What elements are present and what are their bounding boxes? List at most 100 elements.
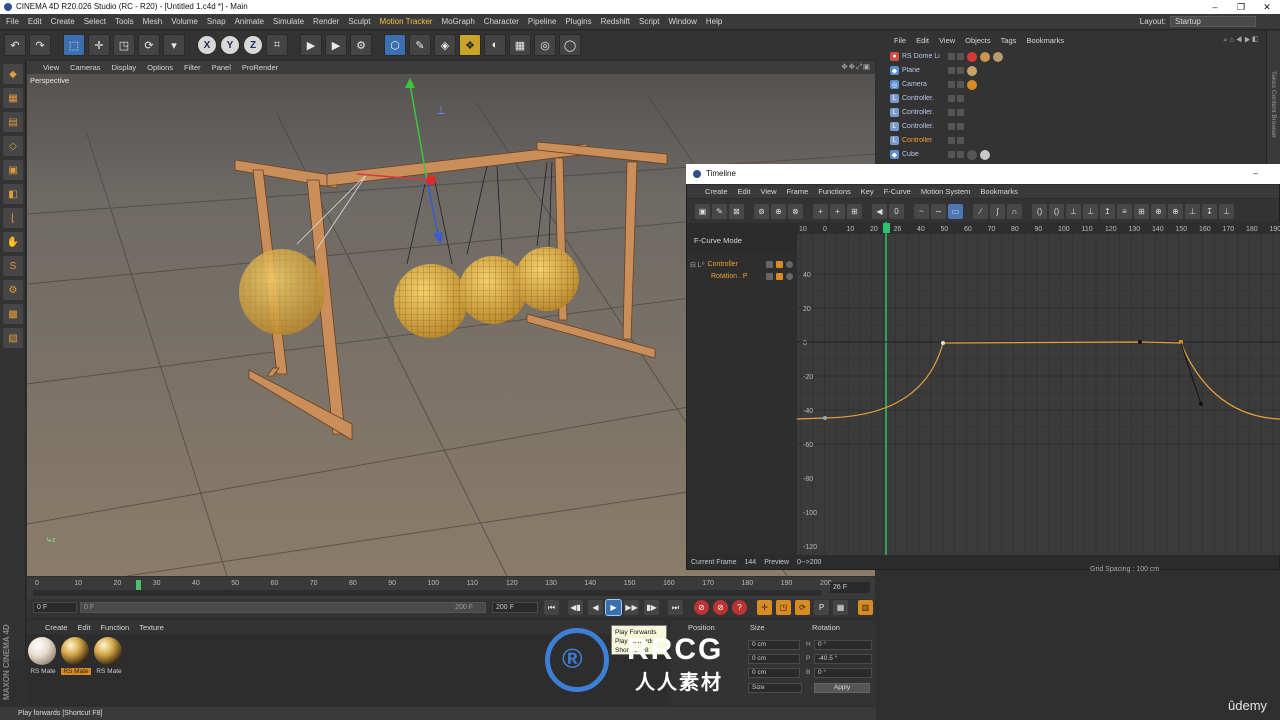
deformer-icon[interactable]: ◐ — [484, 34, 506, 56]
object-name[interactable]: Plane — [902, 67, 944, 74]
object-tag-icon[interactable] — [980, 149, 990, 160]
planar-workplane-icon[interactable]: ▧ — [3, 328, 23, 348]
object-row[interactable]: L Controller. — [890, 92, 1160, 105]
play-forwards-button[interactable]: ▶ — [605, 599, 622, 616]
timeline-tool-icon[interactable]: 0 — [889, 203, 904, 219]
menu-plugins[interactable]: Plugins — [565, 17, 591, 26]
live-select-icon[interactable]: ⬚ — [63, 34, 85, 56]
tl-menu-frame[interactable]: Frame — [787, 187, 809, 196]
viewport-menu-prorender[interactable]: ProRender — [242, 63, 278, 72]
object-tag-icon[interactable] — [967, 79, 977, 90]
workplane-mode-icon[interactable]: ▤ — [3, 112, 23, 132]
scale-icon[interactable]: ◳ — [113, 34, 135, 56]
tl-menu-view[interactable]: View — [760, 187, 776, 196]
timeline-tool-icon[interactable]: ⊞ — [1134, 203, 1149, 219]
mm-menu-texture[interactable]: Texture — [139, 623, 164, 632]
menu-select[interactable]: Select — [84, 17, 106, 26]
track-flags[interactable] — [766, 273, 793, 280]
tweak-mode-icon[interactable]: ✋ — [3, 232, 23, 252]
min-time-field[interactable]: 0 F — [33, 602, 77, 613]
maximize-button[interactable]: ❐ — [1228, 0, 1254, 14]
timeline-tool-icon[interactable]: ⊕ — [771, 203, 786, 219]
menu-sculpt[interactable]: Sculpt — [348, 17, 370, 26]
material-swatch[interactable]: RS Mate — [28, 637, 58, 679]
timeline-tool-icon[interactable]: ↧ — [1202, 203, 1217, 219]
size-y-field[interactable]: 0 cm — [748, 654, 800, 664]
viewport-nav-icons[interactable]: ✥✥⤢▣ — [841, 62, 871, 72]
menu-pipeline[interactable]: Pipeline — [528, 17, 556, 26]
timeline-tool-icon[interactable]: ▭ — [948, 203, 963, 219]
timeline-minimize-button[interactable]: – — [1254, 164, 1258, 184]
light-icon[interactable]: ◯ — [559, 34, 581, 56]
previous-frame-button[interactable]: ◀ — [588, 600, 603, 615]
render-picture-viewer-icon[interactable]: ▶ — [325, 34, 347, 56]
object-name[interactable]: Camera — [902, 81, 944, 88]
om-menu-file[interactable]: File — [894, 36, 906, 45]
timeline-tool-icon[interactable]: ▣ — [695, 203, 710, 219]
render-view-icon[interactable]: ▶ — [300, 34, 322, 56]
object-row[interactable]: L Controller. — [890, 106, 1160, 119]
object-tag-icon[interactable] — [967, 65, 977, 76]
y-axis-icon[interactable]: Y — [220, 35, 240, 55]
om-menu-tags[interactable]: Tags — [1001, 36, 1017, 45]
menu-mesh[interactable]: Mesh — [143, 17, 163, 26]
move-icon[interactable]: ✛ — [88, 34, 110, 56]
object-name[interactable]: Controller — [902, 137, 944, 144]
timeline-tool-icon[interactable]: ⊥ — [1185, 203, 1200, 219]
camera-icon[interactable]: ◎ — [534, 34, 556, 56]
z-axis-icon[interactable]: Z — [243, 35, 263, 55]
current-time-marker[interactable] — [136, 580, 141, 590]
next-frame-button[interactable]: ▶▶ — [624, 600, 639, 615]
viewport-menu-cameras[interactable]: Cameras — [70, 63, 100, 72]
timeline-tool-icon[interactable]: ∕ — [973, 203, 988, 219]
tl-menu-motion-system[interactable]: Motion System — [921, 187, 971, 196]
menu-motion-tracker[interactable]: Motion Tracker — [380, 17, 433, 26]
points-mode-icon[interactable]: ◇ — [3, 136, 23, 156]
go-to-start-button[interactable]: ⏮ — [544, 600, 559, 615]
viewport-menu-options[interactable]: Options — [147, 63, 173, 72]
timeline-tool-icon[interactable]: ⊥ — [1219, 203, 1234, 219]
texture-mode-icon[interactable]: ▦ — [3, 88, 23, 108]
material-swatch[interactable]: RS Mate — [94, 637, 124, 679]
time-ruler-track[interactable] — [33, 590, 821, 596]
track-rotation-p[interactable]: Rotation . P — [690, 271, 793, 282]
rotation-h-field[interactable]: 0 ° — [814, 640, 872, 650]
cube-icon[interactable]: ⬡ — [384, 34, 406, 56]
timeline-tool-icon[interactable]: ⊠ — [729, 203, 744, 219]
object-row[interactable]: ◆ Plane — [890, 64, 1160, 77]
menu-render[interactable]: Render — [313, 17, 339, 26]
redo-icon[interactable]: ↷ — [29, 34, 51, 56]
visibility-flags[interactable] — [948, 123, 964, 130]
object-row[interactable]: L Controller — [890, 134, 1160, 147]
size-z-field[interactable]: 0 cm — [748, 668, 800, 678]
timeline-layout-button[interactable]: ▥ — [858, 600, 873, 615]
object-tag-icon[interactable] — [967, 149, 977, 160]
timeline-tool-icon[interactable]: ⊥ — [1083, 203, 1098, 219]
record-position-button[interactable]: ✛ — [757, 600, 772, 615]
timeline-tool-icon[interactable]: ✎ — [712, 203, 727, 219]
menu-mograph[interactable]: MoGraph — [441, 17, 474, 26]
om-menu-objects[interactable]: Objects — [965, 36, 990, 45]
tl-menu-bookmarks[interactable]: Bookmarks — [980, 187, 1018, 196]
timeline-tool-icon[interactable]: ~ — [914, 203, 929, 219]
mm-menu-function[interactable]: Function — [100, 623, 129, 632]
x-axis-icon[interactable]: X — [197, 35, 217, 55]
menu-create[interactable]: Create — [51, 17, 75, 26]
edges-mode-icon[interactable]: ▣ — [3, 160, 23, 180]
subdivision-icon[interactable]: ◈ — [434, 34, 456, 56]
close-button[interactable]: ✕ — [1254, 0, 1280, 14]
object-name[interactable]: Controller. — [902, 95, 944, 102]
object-tag-icon[interactable] — [967, 51, 977, 62]
menu-edit[interactable]: Edit — [28, 17, 42, 26]
object-row[interactable]: ● RS Dome Li — [890, 50, 1160, 63]
floor-icon[interactable]: ▦ — [509, 34, 531, 56]
timeline-tool-icon[interactable]: ⊚ — [754, 203, 769, 219]
viewport-menu-panel[interactable]: Panel — [212, 63, 231, 72]
om-menu-edit[interactable]: Edit — [916, 36, 929, 45]
timeline-tool-icon[interactable]: ≡ — [1117, 203, 1132, 219]
viewport-menu-display[interactable]: Display — [112, 63, 137, 72]
material-swatch[interactable]: RS Mate — [61, 637, 91, 679]
autokeying-button[interactable]: ⊘ — [713, 600, 728, 615]
timeline-tool-icon[interactable]: + — [813, 203, 828, 219]
menu-snap[interactable]: Snap — [207, 17, 226, 26]
